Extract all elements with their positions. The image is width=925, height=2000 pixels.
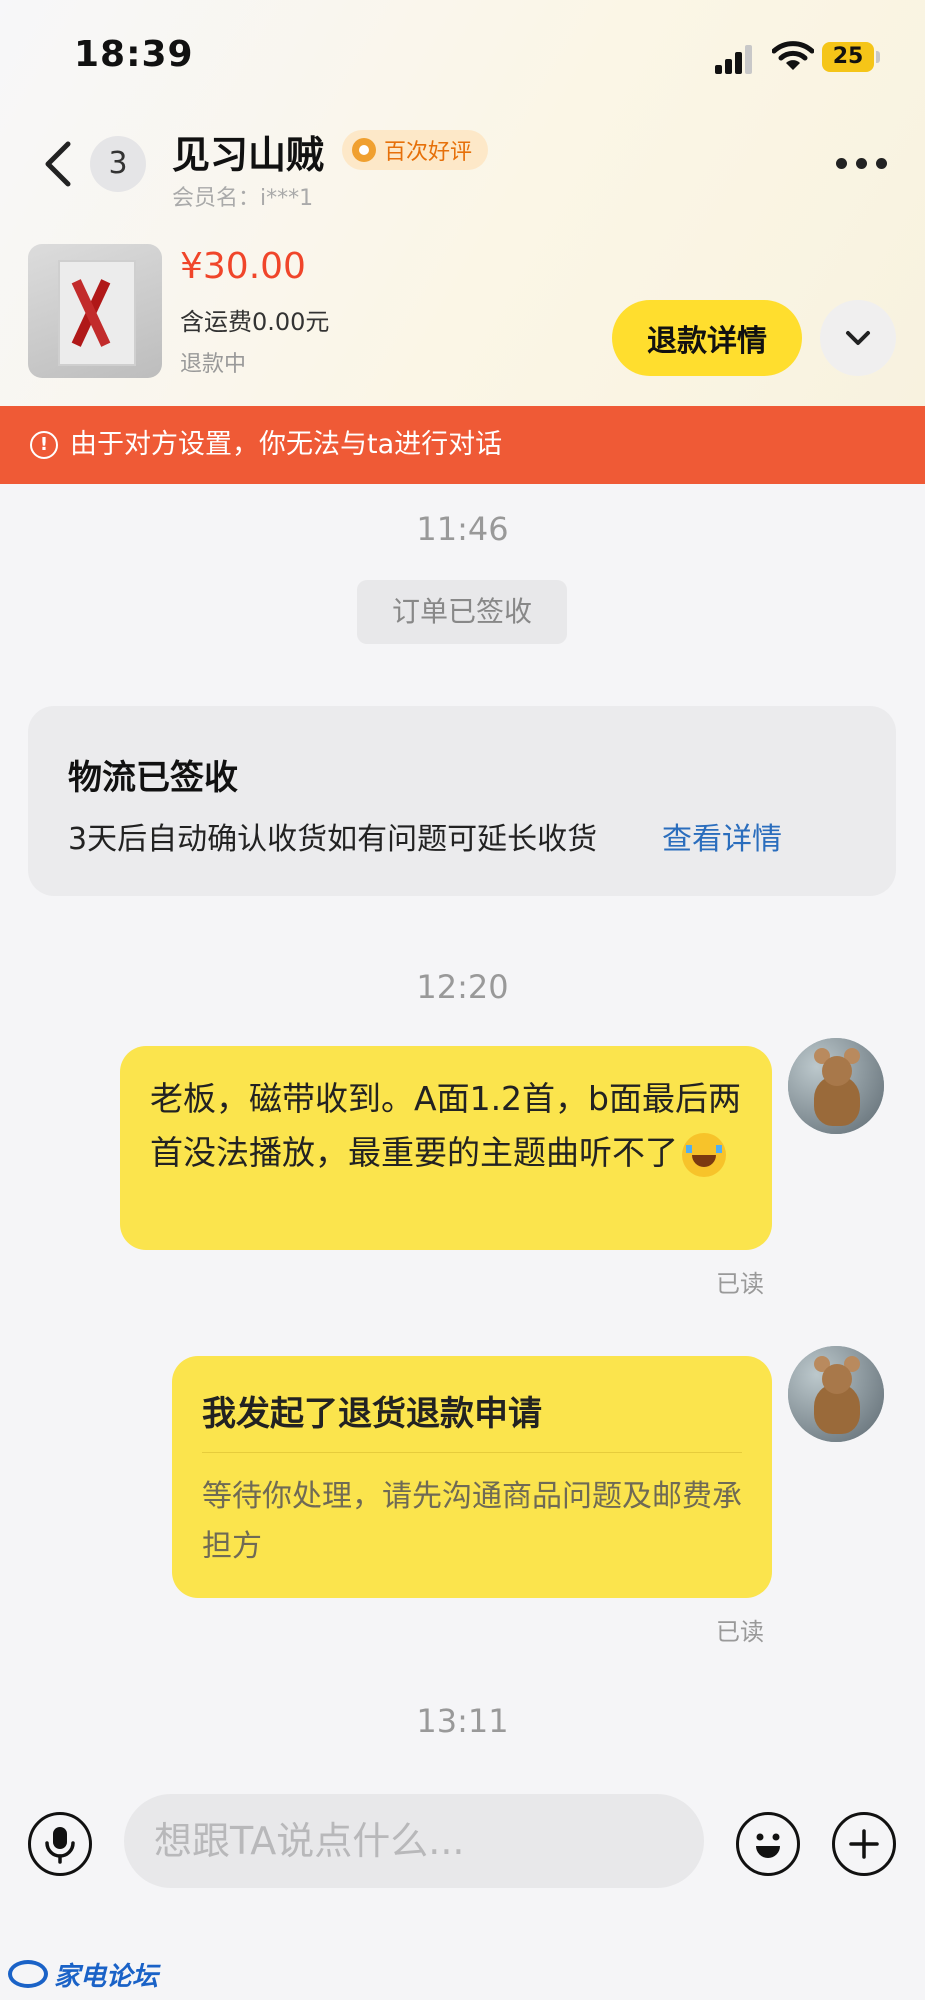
- status-bar: 18:39 25: [0, 0, 925, 110]
- order-status: 退款中: [180, 352, 247, 377]
- banner-text: 由于对方设置，你无法与ta进行对话: [70, 429, 503, 460]
- order-price: ¥30.00: [180, 246, 306, 287]
- message-bubble[interactable]: 老板，磁带收到。A面1.2首，b面最后两首没法播放，最重要的主题曲听不了: [120, 1046, 772, 1250]
- more-options-icon[interactable]: [836, 158, 888, 170]
- avatar[interactable]: [788, 1346, 884, 1442]
- seller-name[interactable]: 见习山贼: [172, 124, 324, 179]
- logistics-title: 物流已签收: [68, 758, 238, 798]
- chat-header: 3 见习山贼 百次好评 会员名：i***1: [0, 110, 925, 220]
- shipping-fee: 含运费0.00元: [180, 308, 330, 336]
- back-icon[interactable]: [40, 140, 74, 188]
- battery-cap: [876, 51, 880, 63]
- read-status: 已读: [716, 1618, 764, 1646]
- unread-count-badge[interactable]: 3: [90, 136, 146, 192]
- wifi-icon: [771, 40, 815, 72]
- chat-timestamp: 12:20: [416, 968, 509, 1006]
- read-status: 已读: [716, 1270, 764, 1298]
- crying-laughing-emoji-icon: [682, 1132, 726, 1177]
- order-card[interactable]: ¥30.00 含运费0.00元 退款中 退款详情: [0, 230, 925, 380]
- avatar[interactable]: [788, 1038, 884, 1134]
- battery-icon: 25: [822, 42, 874, 72]
- chat-timestamp: 11:46: [416, 510, 509, 548]
- forum-logo-icon: [8, 1960, 48, 1988]
- reputation-badge[interactable]: 百次好评: [342, 130, 489, 170]
- warning-icon: !: [30, 431, 58, 459]
- divider: [202, 1452, 742, 1453]
- member-name: 会员名：i***1: [172, 186, 314, 211]
- message-text: 老板，磁带收到。A面1.2首，b面最后两首没法播放，最重要的主题曲听不了: [150, 1072, 750, 1180]
- refund-request-text: 等待你处理，请先沟通商品问题及邮费承担方: [202, 1479, 742, 1564]
- refund-details-button[interactable]: 退款详情: [612, 300, 802, 376]
- watermark: 家电论坛: [8, 1956, 158, 1992]
- chevron-down-icon[interactable]: [820, 300, 896, 376]
- logistics-description: 3天后自动确认收货如有问题可延长收货: [68, 822, 598, 857]
- signal-icon: [715, 44, 755, 74]
- product-thumbnail[interactable]: [28, 244, 162, 378]
- blocked-banner: ! 由于对方设置，你无法与ta进行对话: [0, 406, 925, 484]
- message-input[interactable]: [124, 1794, 704, 1888]
- view-details-link[interactable]: 查看详情: [662, 814, 782, 858]
- refund-request-title: 我发起了退货退款申请: [202, 1394, 542, 1434]
- medal-icon: [352, 138, 376, 162]
- logistics-card[interactable]: 物流已签收 3天后自动确认收货如有问题可延长收货 查看详情: [28, 706, 896, 896]
- refund-request-card[interactable]: 我发起了退货退款申请 等待你处理，请先沟通商品问题及邮费承担方: [172, 1356, 772, 1598]
- emoji-icon[interactable]: [736, 1812, 800, 1876]
- reputation-label: 百次好评: [384, 140, 473, 165]
- chat-timestamp: 13:11: [416, 1702, 509, 1740]
- watermark-text: 家电论坛: [54, 1961, 159, 1992]
- microphone-icon[interactable]: [28, 1812, 92, 1876]
- plus-icon[interactable]: [832, 1812, 896, 1876]
- status-time: 18:39: [74, 34, 194, 75]
- system-notice: 订单已签收: [357, 580, 567, 644]
